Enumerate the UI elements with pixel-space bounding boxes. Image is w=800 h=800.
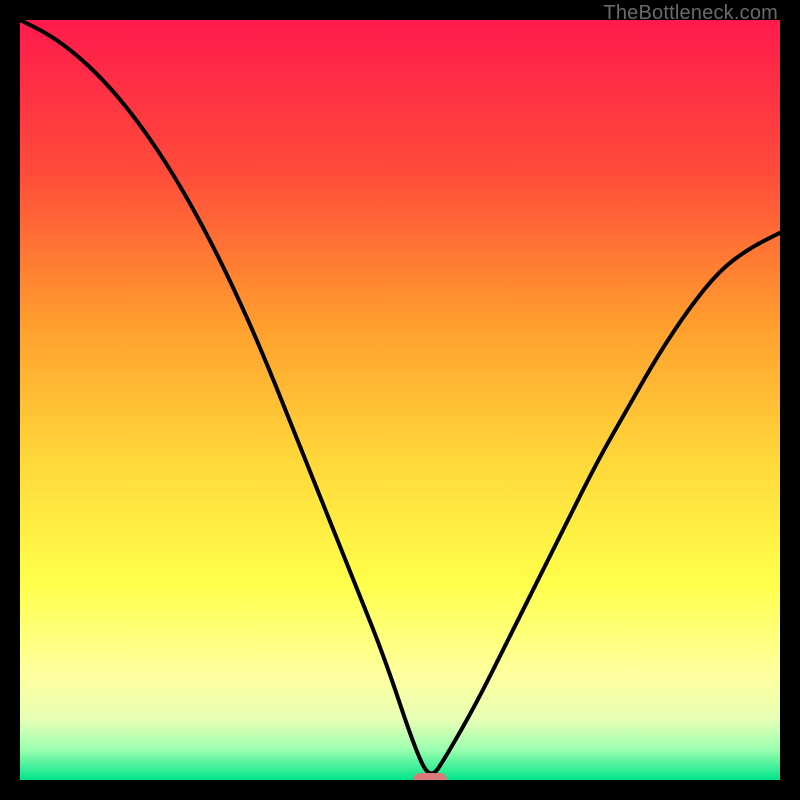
plot-area <box>20 20 780 780</box>
watermark-label: TheBottleneck.com <box>603 2 778 25</box>
bottleneck-curve <box>20 20 780 780</box>
optimum-marker <box>413 773 447 780</box>
chart-frame: TheBottleneck.com <box>0 0 800 800</box>
